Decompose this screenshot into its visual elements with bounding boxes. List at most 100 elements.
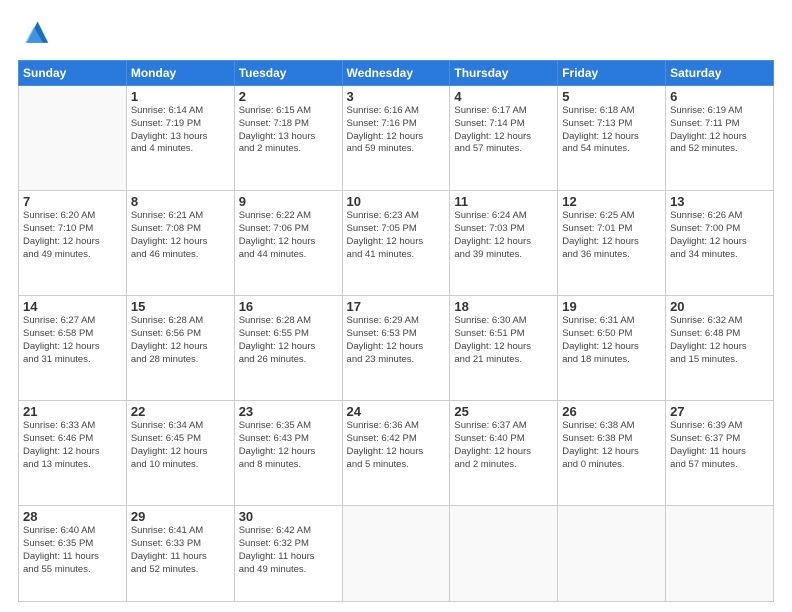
- day-number: 23: [239, 404, 338, 419]
- day-info: Sunrise: 6:38 AM Sunset: 6:38 PM Dayligh…: [562, 420, 661, 471]
- day-info: Sunrise: 6:26 AM Sunset: 7:00 PM Dayligh…: [670, 210, 769, 261]
- day-info: Sunrise: 6:34 AM Sunset: 6:45 PM Dayligh…: [131, 420, 230, 471]
- calendar-header-saturday: Saturday: [666, 61, 774, 86]
- logo-icon: [18, 18, 50, 50]
- calendar-cell: 10Sunrise: 6:23 AM Sunset: 7:05 PM Dayli…: [342, 191, 450, 296]
- day-number: 14: [23, 299, 122, 314]
- day-number: 7: [23, 194, 122, 209]
- calendar-cell: 23Sunrise: 6:35 AM Sunset: 6:43 PM Dayli…: [234, 401, 342, 506]
- calendar-week-2: 7Sunrise: 6:20 AM Sunset: 7:10 PM Daylig…: [19, 191, 774, 296]
- day-info: Sunrise: 6:41 AM Sunset: 6:33 PM Dayligh…: [131, 525, 230, 576]
- calendar-cell: 20Sunrise: 6:32 AM Sunset: 6:48 PM Dayli…: [666, 296, 774, 401]
- day-number: 21: [23, 404, 122, 419]
- calendar-header-row: SundayMondayTuesdayWednesdayThursdayFrid…: [19, 61, 774, 86]
- day-number: 12: [562, 194, 661, 209]
- day-number: 20: [670, 299, 769, 314]
- day-info: Sunrise: 6:39 AM Sunset: 6:37 PM Dayligh…: [670, 420, 769, 471]
- day-number: 26: [562, 404, 661, 419]
- calendar-cell: [342, 506, 450, 602]
- calendar-cell: 17Sunrise: 6:29 AM Sunset: 6:53 PM Dayli…: [342, 296, 450, 401]
- calendar-cell: [450, 506, 558, 602]
- calendar-week-5: 28Sunrise: 6:40 AM Sunset: 6:35 PM Dayli…: [19, 506, 774, 602]
- day-number: 2: [239, 89, 338, 104]
- day-info: Sunrise: 6:14 AM Sunset: 7:19 PM Dayligh…: [131, 105, 230, 156]
- day-info: Sunrise: 6:17 AM Sunset: 7:14 PM Dayligh…: [454, 105, 553, 156]
- day-number: 10: [347, 194, 446, 209]
- day-info: Sunrise: 6:36 AM Sunset: 6:42 PM Dayligh…: [347, 420, 446, 471]
- calendar-cell: 26Sunrise: 6:38 AM Sunset: 6:38 PM Dayli…: [558, 401, 666, 506]
- day-info: Sunrise: 6:42 AM Sunset: 6:32 PM Dayligh…: [239, 525, 338, 576]
- day-number: 6: [670, 89, 769, 104]
- day-info: Sunrise: 6:22 AM Sunset: 7:06 PM Dayligh…: [239, 210, 338, 261]
- day-number: 11: [454, 194, 553, 209]
- page: SundayMondayTuesdayWednesdayThursdayFrid…: [0, 0, 792, 612]
- day-info: Sunrise: 6:18 AM Sunset: 7:13 PM Dayligh…: [562, 105, 661, 156]
- day-info: Sunrise: 6:28 AM Sunset: 6:56 PM Dayligh…: [131, 315, 230, 366]
- day-info: Sunrise: 6:27 AM Sunset: 6:58 PM Dayligh…: [23, 315, 122, 366]
- calendar-header-wednesday: Wednesday: [342, 61, 450, 86]
- day-number: 18: [454, 299, 553, 314]
- calendar-cell: 2Sunrise: 6:15 AM Sunset: 7:18 PM Daylig…: [234, 86, 342, 191]
- calendar-table: SundayMondayTuesdayWednesdayThursdayFrid…: [18, 60, 774, 602]
- calendar-header-friday: Friday: [558, 61, 666, 86]
- calendar-week-1: 1Sunrise: 6:14 AM Sunset: 7:19 PM Daylig…: [19, 86, 774, 191]
- calendar-cell: 5Sunrise: 6:18 AM Sunset: 7:13 PM Daylig…: [558, 86, 666, 191]
- calendar-cell: 6Sunrise: 6:19 AM Sunset: 7:11 PM Daylig…: [666, 86, 774, 191]
- day-info: Sunrise: 6:32 AM Sunset: 6:48 PM Dayligh…: [670, 315, 769, 366]
- day-number: 16: [239, 299, 338, 314]
- header: [18, 18, 774, 50]
- day-info: Sunrise: 6:20 AM Sunset: 7:10 PM Dayligh…: [23, 210, 122, 261]
- day-number: 3: [347, 89, 446, 104]
- calendar-cell: 28Sunrise: 6:40 AM Sunset: 6:35 PM Dayli…: [19, 506, 127, 602]
- day-number: 27: [670, 404, 769, 419]
- calendar-cell: 11Sunrise: 6:24 AM Sunset: 7:03 PM Dayli…: [450, 191, 558, 296]
- calendar-header-monday: Monday: [126, 61, 234, 86]
- day-number: 13: [670, 194, 769, 209]
- day-number: 9: [239, 194, 338, 209]
- day-info: Sunrise: 6:15 AM Sunset: 7:18 PM Dayligh…: [239, 105, 338, 156]
- day-info: Sunrise: 6:30 AM Sunset: 6:51 PM Dayligh…: [454, 315, 553, 366]
- calendar-cell: 15Sunrise: 6:28 AM Sunset: 6:56 PM Dayli…: [126, 296, 234, 401]
- day-info: Sunrise: 6:16 AM Sunset: 7:16 PM Dayligh…: [347, 105, 446, 156]
- day-info: Sunrise: 6:33 AM Sunset: 6:46 PM Dayligh…: [23, 420, 122, 471]
- day-number: 15: [131, 299, 230, 314]
- day-info: Sunrise: 6:21 AM Sunset: 7:08 PM Dayligh…: [131, 210, 230, 261]
- day-number: 17: [347, 299, 446, 314]
- calendar-cell: [19, 86, 127, 191]
- calendar-cell: 8Sunrise: 6:21 AM Sunset: 7:08 PM Daylig…: [126, 191, 234, 296]
- day-number: 1: [131, 89, 230, 104]
- day-info: Sunrise: 6:25 AM Sunset: 7:01 PM Dayligh…: [562, 210, 661, 261]
- day-number: 28: [23, 509, 122, 524]
- calendar-cell: 4Sunrise: 6:17 AM Sunset: 7:14 PM Daylig…: [450, 86, 558, 191]
- calendar-cell: 9Sunrise: 6:22 AM Sunset: 7:06 PM Daylig…: [234, 191, 342, 296]
- day-number: 22: [131, 404, 230, 419]
- day-number: 19: [562, 299, 661, 314]
- day-info: Sunrise: 6:28 AM Sunset: 6:55 PM Dayligh…: [239, 315, 338, 366]
- calendar-cell: 1Sunrise: 6:14 AM Sunset: 7:19 PM Daylig…: [126, 86, 234, 191]
- calendar-cell: 30Sunrise: 6:42 AM Sunset: 6:32 PM Dayli…: [234, 506, 342, 602]
- day-info: Sunrise: 6:23 AM Sunset: 7:05 PM Dayligh…: [347, 210, 446, 261]
- calendar-cell: 21Sunrise: 6:33 AM Sunset: 6:46 PM Dayli…: [19, 401, 127, 506]
- day-info: Sunrise: 6:31 AM Sunset: 6:50 PM Dayligh…: [562, 315, 661, 366]
- calendar-header-thursday: Thursday: [450, 61, 558, 86]
- day-info: Sunrise: 6:40 AM Sunset: 6:35 PM Dayligh…: [23, 525, 122, 576]
- calendar-cell: 19Sunrise: 6:31 AM Sunset: 6:50 PM Dayli…: [558, 296, 666, 401]
- day-info: Sunrise: 6:19 AM Sunset: 7:11 PM Dayligh…: [670, 105, 769, 156]
- calendar-cell: 29Sunrise: 6:41 AM Sunset: 6:33 PM Dayli…: [126, 506, 234, 602]
- calendar-cell: 13Sunrise: 6:26 AM Sunset: 7:00 PM Dayli…: [666, 191, 774, 296]
- day-info: Sunrise: 6:29 AM Sunset: 6:53 PM Dayligh…: [347, 315, 446, 366]
- calendar-cell: 3Sunrise: 6:16 AM Sunset: 7:16 PM Daylig…: [342, 86, 450, 191]
- calendar-cell: [666, 506, 774, 602]
- day-number: 5: [562, 89, 661, 104]
- day-number: 29: [131, 509, 230, 524]
- calendar-cell: 18Sunrise: 6:30 AM Sunset: 6:51 PM Dayli…: [450, 296, 558, 401]
- calendar-week-3: 14Sunrise: 6:27 AM Sunset: 6:58 PM Dayli…: [19, 296, 774, 401]
- calendar-header-sunday: Sunday: [19, 61, 127, 86]
- calendar-week-4: 21Sunrise: 6:33 AM Sunset: 6:46 PM Dayli…: [19, 401, 774, 506]
- calendar-cell: 7Sunrise: 6:20 AM Sunset: 7:10 PM Daylig…: [19, 191, 127, 296]
- day-info: Sunrise: 6:37 AM Sunset: 6:40 PM Dayligh…: [454, 420, 553, 471]
- calendar-cell: 14Sunrise: 6:27 AM Sunset: 6:58 PM Dayli…: [19, 296, 127, 401]
- calendar-cell: 22Sunrise: 6:34 AM Sunset: 6:45 PM Dayli…: [126, 401, 234, 506]
- calendar-cell: [558, 506, 666, 602]
- day-info: Sunrise: 6:35 AM Sunset: 6:43 PM Dayligh…: [239, 420, 338, 471]
